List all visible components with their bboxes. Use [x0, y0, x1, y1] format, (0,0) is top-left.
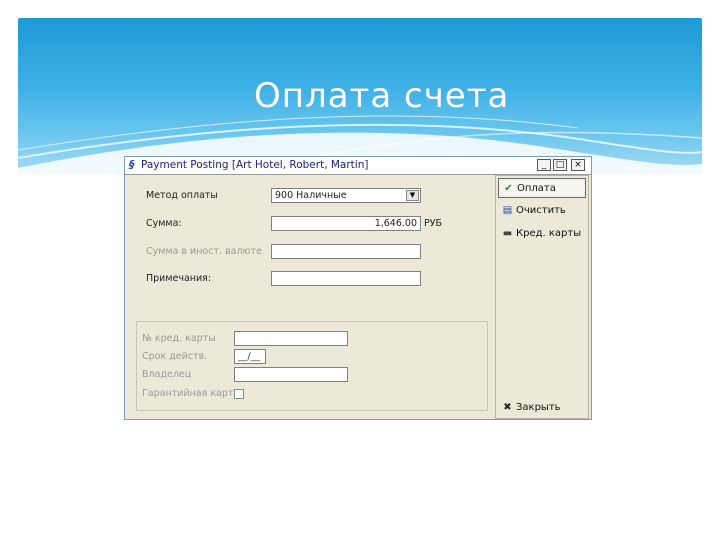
credit-cards-button-label: Кред. карты — [516, 228, 582, 239]
method-value: 900 Наличные — [275, 190, 347, 201]
method-select[interactable]: 900 Наличные ▼ — [271, 188, 421, 203]
minimize-button[interactable]: _ — [537, 159, 551, 171]
currency-label: РУБ — [424, 218, 443, 229]
maximize-button[interactable]: □ — [553, 159, 567, 171]
owner-label: Владелец — [142, 369, 192, 380]
card-number-input[interactable] — [234, 331, 348, 346]
payment-form: Метод оплаты 900 Наличные ▼ Сумма: 1,646… — [126, 175, 494, 419]
clear-button[interactable]: ▤ Очистить — [498, 201, 586, 221]
owner-input[interactable] — [234, 367, 348, 382]
slide-header: Оплата счета — [18, 18, 702, 174]
guarantee-card-label: Гарантийная карт — [142, 388, 234, 399]
chevron-down-icon[interactable]: ▼ — [406, 190, 419, 201]
slide-title: Оплата счета — [254, 76, 510, 116]
close-window-button[interactable]: × — [571, 159, 585, 171]
close-button[interactable]: ✖ Закрыть — [498, 398, 586, 418]
method-label: Метод оплаты — [146, 190, 218, 201]
payment-icon: § — [129, 158, 135, 171]
foreign-amount-label: Сумма в иност. валюте — [146, 246, 262, 257]
window-title: Payment Posting [Art Hotel, Robert, Mart… — [141, 159, 369, 171]
notes-label: Примечания: — [146, 273, 212, 284]
foreign-amount-input[interactable] — [271, 244, 421, 259]
window-titlebar[interactable]: § Payment Posting [Art Hotel, Robert, Ma… — [125, 157, 591, 175]
actions-panel: ✔ Оплата ▤ Очистить ▬ Кред. карты ✖ Закрыть — [495, 175, 589, 419]
amount-label: Сумма: — [146, 218, 182, 229]
payment-posting-window: § Payment Posting [Art Hotel, Robert, Ma… — [124, 156, 592, 420]
guarantee-card-checkbox[interactable] — [234, 389, 244, 399]
clear-button-label: Очистить — [516, 205, 566, 216]
close-icon: ✖ — [503, 402, 512, 413]
credit-card-icon: ▬ — [502, 228, 513, 239]
notes-input[interactable] — [271, 271, 421, 286]
close-button-label: Закрыть — [516, 402, 561, 413]
checkmark-icon: ✔ — [504, 183, 513, 194]
pay-button-label: Оплата — [517, 183, 556, 194]
clear-icon: ▤ — [502, 205, 513, 216]
pay-button[interactable]: ✔ Оплата — [498, 178, 586, 198]
credit-cards-button[interactable]: ▬ Кред. карты — [498, 224, 586, 244]
card-number-label: № кред. карты — [142, 333, 216, 344]
expiry-input[interactable]: __/__ — [234, 349, 266, 364]
expiry-label: Срок действ. — [142, 351, 208, 362]
amount-input[interactable]: 1,646.00 — [271, 216, 421, 231]
